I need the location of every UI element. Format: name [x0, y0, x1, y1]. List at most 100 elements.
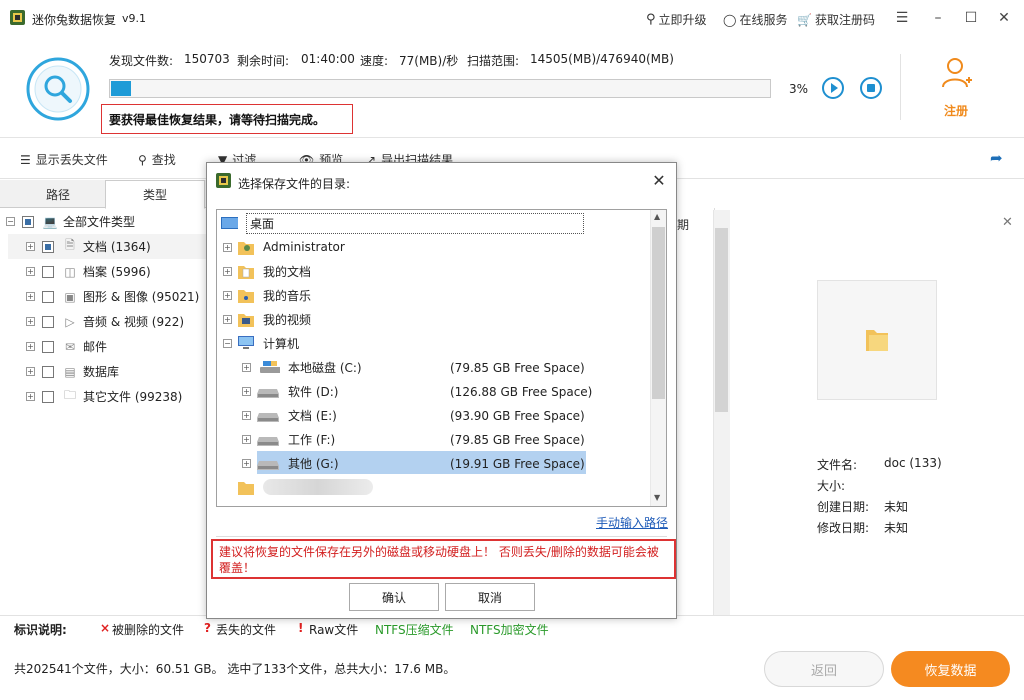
collapse-icon[interactable]: −	[223, 338, 232, 348]
expand-icon[interactable]: +	[26, 342, 35, 351]
folder-tree-scroll-thumb[interactable]	[652, 227, 665, 399]
folder-my-music[interactable]: + 我的音乐	[223, 283, 311, 307]
computer-icon	[238, 336, 254, 349]
desktop-icon	[221, 217, 238, 229]
folder-my-videos[interactable]: + 我的视频	[223, 307, 311, 331]
back-button[interactable]: 返回	[764, 651, 884, 687]
folder-partial[interactable]	[237, 499, 263, 506]
save-directory-dialog: 选择保存文件的目录: ✕ 桌面 + Administrator + 我的文档 +…	[206, 162, 677, 619]
drive-c[interactable]: + 本地磁盘 (C:)	[242, 355, 362, 379]
drive-e[interactable]: + 文档 (E:)	[242, 403, 337, 427]
scroll-up-icon[interactable]: ▲	[654, 212, 660, 221]
drive-icon	[257, 389, 279, 398]
expand-icon[interactable]: +	[242, 362, 251, 372]
app-logo-icon	[216, 173, 231, 188]
tree-item-all[interactable]: − 💻 全部文件类型	[6, 209, 135, 234]
folder-computer[interactable]: − 计算机	[223, 331, 299, 355]
expand-icon[interactable]: +	[26, 392, 35, 401]
expand-icon[interactable]: +	[26, 267, 35, 276]
expand-icon[interactable]: +	[223, 242, 232, 252]
scroll-down-icon[interactable]: ▼	[654, 493, 660, 502]
tree-item-mail[interactable]: + ✉ 邮件	[8, 334, 107, 359]
user-add-icon[interactable]	[940, 56, 974, 90]
checkbox[interactable]	[42, 365, 54, 378]
register-label[interactable]: 注册	[944, 102, 968, 119]
checkbox[interactable]	[42, 340, 54, 353]
checkbox[interactable]	[42, 265, 54, 278]
recover-button[interactable]: 恢复数据	[891, 651, 1010, 687]
share-button[interactable]: ➦	[990, 149, 1003, 167]
dialog-warning: 建议将恢复的文件保存在另外的磁盘或移动硬盘上！ 否则丢失/删除的数据可能会被覆盖…	[211, 539, 676, 579]
tree-item-documents[interactable]: + 🗎 文档 (1364)	[8, 234, 207, 259]
tree-item-audio-video[interactable]: + ▷ 音频 & 视频 (922)	[8, 309, 184, 334]
tree-item-other[interactable]: + 🗀 其它文件 (99238)	[8, 384, 182, 409]
tree-item-images[interactable]: + ▣ 图形 & 图像 (95021)	[8, 284, 199, 309]
drive-f[interactable]: + 工作 (F:)	[242, 427, 335, 451]
expand-icon[interactable]: +	[242, 410, 251, 420]
database-icon: ▤	[64, 364, 76, 379]
folder-label: Administrator	[263, 240, 345, 254]
find-button[interactable]: ⚲ 查找	[138, 151, 176, 168]
file-size-label: 大小:	[817, 479, 846, 493]
range-label: 扫描范围:	[467, 54, 520, 68]
image-icon: ▣	[64, 289, 76, 304]
expand-icon[interactable]: +	[26, 367, 35, 376]
stop-button[interactable]	[860, 77, 882, 99]
cancel-button[interactable]: 取消	[445, 583, 535, 611]
upgrade-link[interactable]: ⚲ 立即升级	[646, 11, 707, 28]
tree-item-database[interactable]: + ▤ 数据库	[8, 359, 119, 384]
expand-icon[interactable]: +	[26, 292, 35, 301]
support-icon: ◯	[723, 12, 737, 27]
tab-path[interactable]: 路径	[8, 180, 108, 208]
drive-label: 其他 (G:)	[288, 456, 339, 471]
expand-icon[interactable]: +	[242, 458, 251, 468]
expand-icon[interactable]: +	[223, 266, 232, 276]
manual-input-path-link[interactable]: 手动输入路径	[596, 514, 668, 531]
drive-d[interactable]: + 软件 (D:)	[242, 379, 338, 403]
legend-ntfs-encrypted: NTFS加密文件	[470, 623, 549, 637]
checkbox[interactable]	[42, 240, 54, 253]
tree-item-archives[interactable]: + ◫ 档案 (5996)	[8, 259, 151, 284]
folder-administrator[interactable]: + Administrator	[223, 235, 345, 259]
online-service-link[interactable]: ◯ 在线服务	[723, 11, 787, 28]
dialog-close-button[interactable]: ✕	[649, 170, 669, 190]
legend-lost: 丢失的文件	[216, 623, 277, 637]
checkbox[interactable]	[42, 290, 54, 303]
folder-blurred[interactable]	[237, 475, 373, 499]
collapse-icon[interactable]: −	[6, 217, 15, 226]
menu-button[interactable]: ☰	[892, 8, 912, 28]
close-button[interactable]: ✕	[994, 8, 1014, 28]
drive-label: 文档 (E:)	[288, 408, 337, 423]
checkbox[interactable]	[22, 215, 34, 228]
stop-icon	[867, 84, 875, 92]
get-code-link[interactable]: 🛒 获取注册码	[797, 11, 875, 28]
list-icon: ☰	[20, 152, 31, 167]
found-label: 发现文件数:	[109, 54, 174, 68]
drive-g[interactable]: + 其他 (G:)	[242, 451, 339, 475]
lost-mark-icon: ?	[204, 621, 211, 635]
created-date-label: 创建日期:	[817, 500, 870, 514]
tab-type[interactable]: 类型	[105, 180, 205, 209]
preview-close-button[interactable]: ✕	[1002, 215, 1013, 230]
expand-icon[interactable]: +	[242, 386, 251, 396]
column-header-date[interactable]: 期	[675, 208, 715, 236]
expand-icon[interactable]: +	[242, 434, 251, 444]
checkbox[interactable]	[42, 315, 54, 328]
confirm-button[interactable]: 确认	[349, 583, 439, 611]
folder-tree-root-desktop[interactable]: 桌面	[220, 211, 584, 235]
show-lost-button[interactable]: ☰ 显示丢失文件	[20, 151, 108, 168]
progress-percent: 3%	[789, 82, 809, 96]
drive-icon	[257, 437, 279, 446]
resume-button[interactable]	[822, 77, 844, 99]
expand-icon[interactable]: +	[223, 290, 232, 300]
checkbox[interactable]	[42, 390, 54, 403]
expand-icon[interactable]: +	[26, 242, 35, 251]
folder-my-documents[interactable]: + 我的文档	[223, 259, 311, 283]
expand-icon[interactable]: +	[26, 317, 35, 326]
minimize-button[interactable]: –	[928, 8, 948, 28]
maximize-button[interactable]: ☐	[961, 8, 981, 28]
created-date-value: 未知	[884, 500, 909, 514]
file-list-scroll-thumb[interactable]	[715, 228, 728, 412]
expand-icon[interactable]: +	[223, 314, 232, 324]
view-tabs: 路径 类型	[0, 180, 207, 209]
